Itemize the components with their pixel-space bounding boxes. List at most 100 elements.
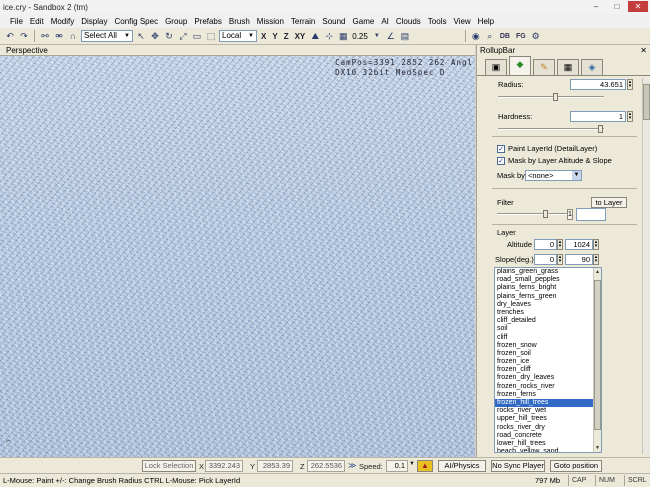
- filter-slider[interactable]: [497, 210, 567, 218]
- menu-game[interactable]: Game: [353, 17, 375, 26]
- link-icon[interactable]: ⚯: [39, 30, 51, 42]
- menu-sound[interactable]: Sound: [322, 17, 345, 26]
- terrain-collision-button[interactable]: ▲: [417, 460, 433, 472]
- move-icon[interactable]: ✥: [149, 30, 161, 42]
- select-cursor-icon[interactable]: ↖: [135, 30, 147, 42]
- menu-clouds[interactable]: Clouds: [396, 17, 421, 26]
- layer-list-item[interactable]: trenches: [495, 309, 601, 317]
- layer-list-item[interactable]: dry_leaves: [495, 301, 601, 309]
- layer-list-item[interactable]: plains_ferns_bright: [495, 284, 601, 292]
- altitude-min-input[interactable]: 0: [534, 239, 557, 250]
- rollup-scroll-thumb[interactable]: [643, 84, 650, 120]
- z-coord-field[interactable]: 262.5536: [307, 460, 345, 472]
- ruler-icon[interactable]: ▤: [399, 30, 411, 42]
- axis-x-button[interactable]: X: [261, 32, 266, 41]
- layer-list-scrollbar[interactable]: ▲ ▼: [593, 268, 601, 452]
- layer-list-item[interactable]: soil: [495, 325, 601, 333]
- menu-config-spec[interactable]: Config Spec: [114, 17, 158, 26]
- paint-layerid-checkbox[interactable]: ✓ Paint LayerId (DetailLayer): [497, 144, 597, 153]
- layer-list-item[interactable]: frozen_ferns: [495, 391, 601, 399]
- menu-mission[interactable]: Mission: [257, 17, 284, 26]
- grid-icon[interactable]: ▦: [337, 30, 349, 42]
- minimize-button[interactable]: –: [586, 1, 606, 12]
- layer-list-item[interactable]: frozen_cliff: [495, 366, 601, 374]
- menu-modify[interactable]: Modify: [51, 17, 75, 26]
- layer-list-item[interactable]: frozen_dry_leaves: [495, 374, 601, 382]
- filter-color-swatch[interactable]: [576, 208, 606, 221]
- menu-display[interactable]: Display: [81, 17, 107, 26]
- menu-terrain[interactable]: Terrain: [291, 17, 315, 26]
- axis-xy-button[interactable]: XY: [295, 32, 306, 41]
- layer-list-item[interactable]: rocks_river_wet: [495, 407, 601, 415]
- altitude-max-spinner[interactable]: ▴ ▾: [593, 239, 599, 250]
- slope-min-input[interactable]: 0: [534, 254, 557, 265]
- hardness-slider[interactable]: [498, 125, 604, 133]
- goto-position-button[interactable]: Goto position: [550, 460, 602, 472]
- scale-icon[interactable]: ⤢: [177, 30, 189, 42]
- layer-list-item[interactable]: frozen_soil: [495, 350, 601, 358]
- select-region-icon[interactable]: ▭: [191, 30, 203, 42]
- close-button[interactable]: ✕: [628, 1, 648, 12]
- radius-slider[interactable]: [498, 93, 604, 101]
- axis-z-button[interactable]: Z: [284, 32, 289, 41]
- chevron-down-icon[interactable]: ▼: [371, 30, 383, 42]
- axis-y-button[interactable]: Y: [272, 32, 277, 41]
- tab-modeling-icon[interactable]: ✎: [533, 59, 555, 75]
- hardness-input[interactable]: 1: [570, 111, 626, 122]
- layer-list-item[interactable]: cliff: [495, 334, 601, 342]
- lock-selection-button[interactable]: Lock Selection: [142, 460, 196, 472]
- layer-list-item[interactable]: rocks_river_dry: [495, 424, 601, 432]
- menu-tools[interactable]: Tools: [428, 17, 447, 26]
- menu-edit[interactable]: Edit: [30, 17, 44, 26]
- slope-max-spinner[interactable]: ▴ ▾: [593, 254, 599, 265]
- mask-by-select[interactable]: <none> ▼: [525, 170, 582, 181]
- viewport-header[interactable]: Perspective: [0, 45, 475, 56]
- layer-list-item[interactable]: plains_green_grass: [495, 268, 601, 276]
- ai-physics-button[interactable]: AI/Physics: [438, 460, 486, 472]
- tab-terrain-icon[interactable]: ◆: [509, 56, 531, 75]
- slider-knob[interactable]: [598, 125, 603, 133]
- terrain-snap-icon[interactable]: ⛰: [309, 30, 321, 42]
- scroll-thumb[interactable]: [594, 280, 601, 430]
- layer-list-item[interactable]: beach_yellow_sand: [495, 448, 601, 452]
- tab-display-icon[interactable]: ▦: [557, 59, 579, 75]
- layer-list-item[interactable]: frozen_hill_trees: [495, 399, 601, 408]
- redo-icon[interactable]: ↷: [18, 30, 30, 42]
- angle-snap-icon[interactable]: ∠: [385, 30, 397, 42]
- menu-ai[interactable]: AI: [381, 17, 389, 26]
- menu-prefabs[interactable]: Prefabs: [194, 17, 222, 26]
- hardness-spinner[interactable]: ▴ ▾: [627, 111, 633, 122]
- slope-min-spinner[interactable]: ▴ ▾: [557, 254, 563, 265]
- slider-knob[interactable]: [543, 210, 548, 218]
- slider-knob[interactable]: [553, 93, 558, 101]
- grid-size-value[interactable]: 0.25: [352, 32, 368, 41]
- layer-list-item[interactable]: frozen_snow: [495, 342, 601, 350]
- menu-view[interactable]: View: [453, 17, 470, 26]
- fg-button[interactable]: FG: [516, 33, 526, 40]
- x-coord-field[interactable]: 3392.243: [205, 460, 243, 472]
- tab-layers-icon[interactable]: ◈: [581, 59, 603, 75]
- layer-list-item[interactable]: lower_hill_trees: [495, 440, 601, 448]
- maximize-button[interactable]: □: [607, 1, 627, 12]
- layer-list-item[interactable]: road_small_pepples: [495, 276, 601, 284]
- terrain-select-icon[interactable]: ⬚: [205, 30, 217, 42]
- layer-list-item[interactable]: upper_hill_trees: [495, 415, 601, 423]
- db-button[interactable]: DB: [500, 33, 510, 40]
- layer-list-item[interactable]: frozen_rocks_river: [495, 383, 601, 391]
- magnet-icon[interactable]: ∩: [67, 30, 79, 42]
- unlink-icon[interactable]: ⚮: [53, 30, 65, 42]
- object-snap-icon[interactable]: ⊹: [323, 30, 335, 42]
- radius-spinner[interactable]: ▴ ▾: [627, 79, 633, 90]
- no-sync-player-button[interactable]: No Sync Player: [491, 460, 545, 472]
- to-layer-button[interactable]: to Layer: [591, 197, 627, 208]
- layer-list[interactable]: plains_green_grass road_small_pepples plai…: [494, 267, 602, 453]
- layer-list-item[interactable]: frozen_ice: [495, 358, 601, 366]
- menu-brush[interactable]: Brush: [229, 17, 250, 26]
- scroll-down-icon[interactable]: ▼: [594, 444, 601, 452]
- mask-altitude-checkbox[interactable]: ✓ Mask by Layer Altitude & Slope: [497, 156, 612, 165]
- undo-icon[interactable]: ↶: [4, 30, 16, 42]
- config-icon[interactable]: ⚙: [530, 30, 542, 42]
- y-coord-field[interactable]: 2853.39: [257, 460, 293, 472]
- perspective-viewport[interactable]: CamPos=3391 2852 262 Angl DX10 32bit Med…: [0, 56, 475, 457]
- menu-file[interactable]: File: [10, 17, 23, 26]
